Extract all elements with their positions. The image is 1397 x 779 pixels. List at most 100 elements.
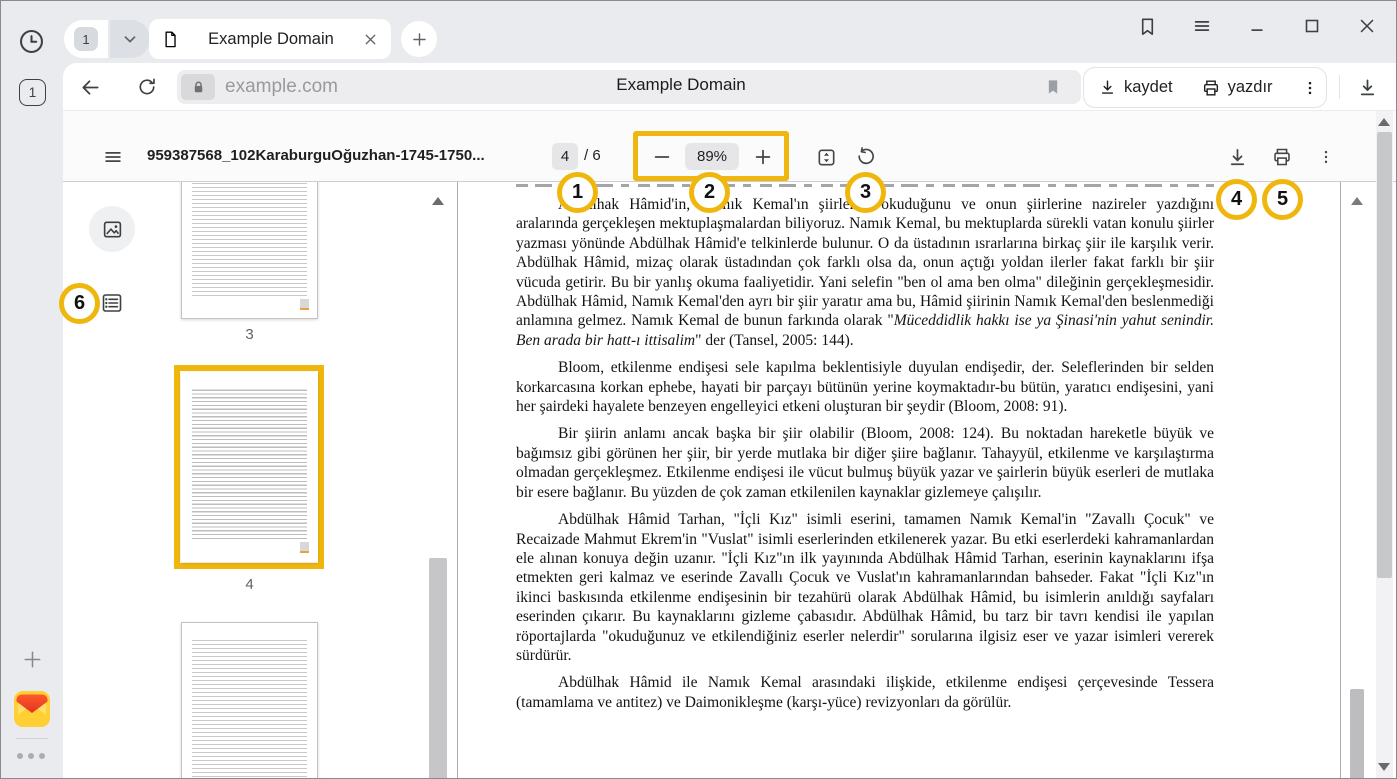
- thumbnail-page-5[interactable]: [181, 622, 318, 779]
- page-file-icon: [161, 30, 180, 49]
- print-button[interactable]: yazdır: [1187, 68, 1287, 107]
- zoom-level-display[interactable]: 89%: [685, 143, 739, 170]
- thumbnail-page-4[interactable]: [181, 372, 318, 562]
- more-actions-button[interactable]: [1287, 68, 1333, 107]
- tab-group-count: 1: [74, 27, 98, 51]
- annotation-marker-3: 3: [845, 172, 886, 213]
- annotation-marker-5: 5: [1262, 179, 1303, 220]
- pdf-download-button[interactable]: [1225, 145, 1249, 169]
- hamburger-icon: [1191, 15, 1213, 37]
- bookmark-filled-icon: [1043, 77, 1063, 97]
- back-button[interactable]: [79, 76, 101, 98]
- tab-group[interactable]: 1: [64, 20, 150, 58]
- minimize-button[interactable]: [1244, 13, 1270, 39]
- reload-icon: [136, 76, 158, 98]
- thumbnail-label-4: 4: [181, 576, 318, 593]
- browser-menu-button[interactable]: [1189, 13, 1215, 39]
- sidebar-add-button[interactable]: [20, 647, 44, 671]
- pdf-print-button[interactable]: [1270, 145, 1294, 169]
- browser-scrollbar-thumb[interactable]: [1377, 132, 1392, 578]
- pdf-scrollbar-thumb[interactable]: [1350, 689, 1364, 779]
- thumbnail-scroll-up-arrow[interactable]: [432, 197, 444, 205]
- download-icon: [1226, 146, 1249, 169]
- thumbnail-scrollbar-thumb[interactable]: [429, 558, 447, 779]
- pdf-sidebar-toggle-button[interactable]: [101, 145, 125, 169]
- paragraph: Abdülhak Hâmid Tarhan, "İçli Kız" isimli…: [516, 510, 1214, 665]
- history-button[interactable]: [17, 27, 45, 55]
- kebab-menu-icon: [1301, 79, 1319, 97]
- collections-button[interactable]: [1134, 13, 1160, 39]
- paragraph: Bir şiirin anlamı ancak başka bir şiir o…: [516, 424, 1214, 502]
- rotate-button[interactable]: [854, 145, 878, 169]
- minimize-icon: [1246, 15, 1268, 37]
- bookmark-outline-icon: [1136, 15, 1159, 38]
- pdf-filename: 959387568_102KaraburguOğuzhan-1745-1750.…: [147, 147, 533, 164]
- printer-icon: [1271, 146, 1293, 168]
- back-arrow-icon: [79, 76, 102, 99]
- printer-icon: [1201, 78, 1221, 98]
- plus-icon: [21, 648, 44, 671]
- thumbnail-text-preview: [192, 387, 307, 539]
- plus-icon: [752, 146, 774, 168]
- tab-group-badge-container[interactable]: 1: [64, 20, 108, 58]
- browser-scroll-down-arrow[interactable]: [1378, 763, 1390, 771]
- list-icon: [100, 291, 124, 315]
- download-icon: [1098, 78, 1117, 97]
- zoom-in-button[interactable]: [751, 145, 775, 169]
- print-button-label: yazdır: [1228, 78, 1273, 97]
- url-text: example.com: [225, 76, 338, 98]
- thumbnails-view-button[interactable]: [89, 206, 135, 252]
- annotation-marker-2: 2: [689, 172, 730, 213]
- reload-button[interactable]: [136, 76, 158, 98]
- pdf-page: Abdülhak Hâmid'in, Namık Kemal'ın şiirle…: [457, 182, 1341, 779]
- close-icon: [1356, 15, 1378, 37]
- yandex-mail-icon: [14, 691, 50, 727]
- paragraph: Bloom, etkilenme endişesi sele kapılma b…: [516, 358, 1214, 416]
- thumbnail-stamp: [300, 542, 309, 553]
- sidebar-tab-counter[interactable]: 1: [19, 79, 46, 106]
- site-security-chip[interactable]: [181, 74, 215, 100]
- paragraph: Abdülhak Hâmid'in, Namık Kemal'ın şiirle…: [516, 195, 1214, 350]
- annotation-marker-4: 4: [1216, 179, 1257, 220]
- pdf-more-button[interactable]: [1314, 145, 1338, 169]
- save-button[interactable]: kaydet: [1084, 68, 1187, 107]
- tab-example-domain[interactable]: Example Domain: [149, 19, 391, 59]
- minus-icon: [651, 146, 673, 168]
- clock-icon: [18, 28, 45, 55]
- rotate-ccw-icon: [855, 146, 877, 168]
- sidebar-more-button[interactable]: [17, 753, 45, 759]
- fit-page-icon: [815, 146, 838, 169]
- thumbnail-text-preview: [192, 637, 307, 779]
- browser-scroll-up-arrow[interactable]: [1378, 118, 1390, 126]
- paragraph: Abdülhak Hâmid ile Namık Kemal arasındak…: [516, 673, 1214, 712]
- maximize-icon: [1301, 15, 1323, 37]
- bookmark-page-button[interactable]: [1043, 77, 1063, 97]
- tab-title: Example Domain: [180, 30, 362, 49]
- thumbnail-label-3: 3: [181, 326, 318, 343]
- kebab-menu-icon: [1317, 148, 1335, 166]
- pdf-viewer-body: 3 4 Abdülhak Hâmid'in, Namık Kemal'ın şi…: [63, 182, 1397, 779]
- image-icon: [101, 218, 124, 241]
- tab-group-expander[interactable]: [110, 20, 150, 58]
- download-arrow-icon: [1356, 76, 1379, 99]
- plus-icon: [410, 30, 429, 49]
- pdf-scroll-up-arrow[interactable]: [1351, 197, 1363, 205]
- new-tab-button[interactable]: [401, 21, 437, 57]
- mail-app-button[interactable]: [14, 691, 50, 727]
- chevron-down-icon: [121, 30, 139, 48]
- close-window-button[interactable]: [1354, 13, 1380, 39]
- downloads-button[interactable]: [1355, 75, 1379, 99]
- fit-to-page-button[interactable]: [814, 145, 838, 169]
- tab-close-icon[interactable]: [362, 31, 379, 48]
- thumbnail-page-3[interactable]: [181, 182, 318, 319]
- annotation-marker-6: 6: [59, 283, 100, 324]
- page-title: Example Domain: [481, 75, 881, 95]
- pdf-page-number-input[interactable]: 4: [552, 143, 578, 170]
- outline-view-button[interactable]: [100, 291, 124, 315]
- maximize-button[interactable]: [1299, 13, 1325, 39]
- zoom-out-button[interactable]: [650, 145, 674, 169]
- document-text: Abdülhak Hâmid'in, Namık Kemal'ın şiirle…: [516, 195, 1214, 720]
- annotation-marker-1: 1: [557, 172, 598, 213]
- divider: [1339, 75, 1340, 99]
- thumbnail-text-preview: [192, 182, 307, 296]
